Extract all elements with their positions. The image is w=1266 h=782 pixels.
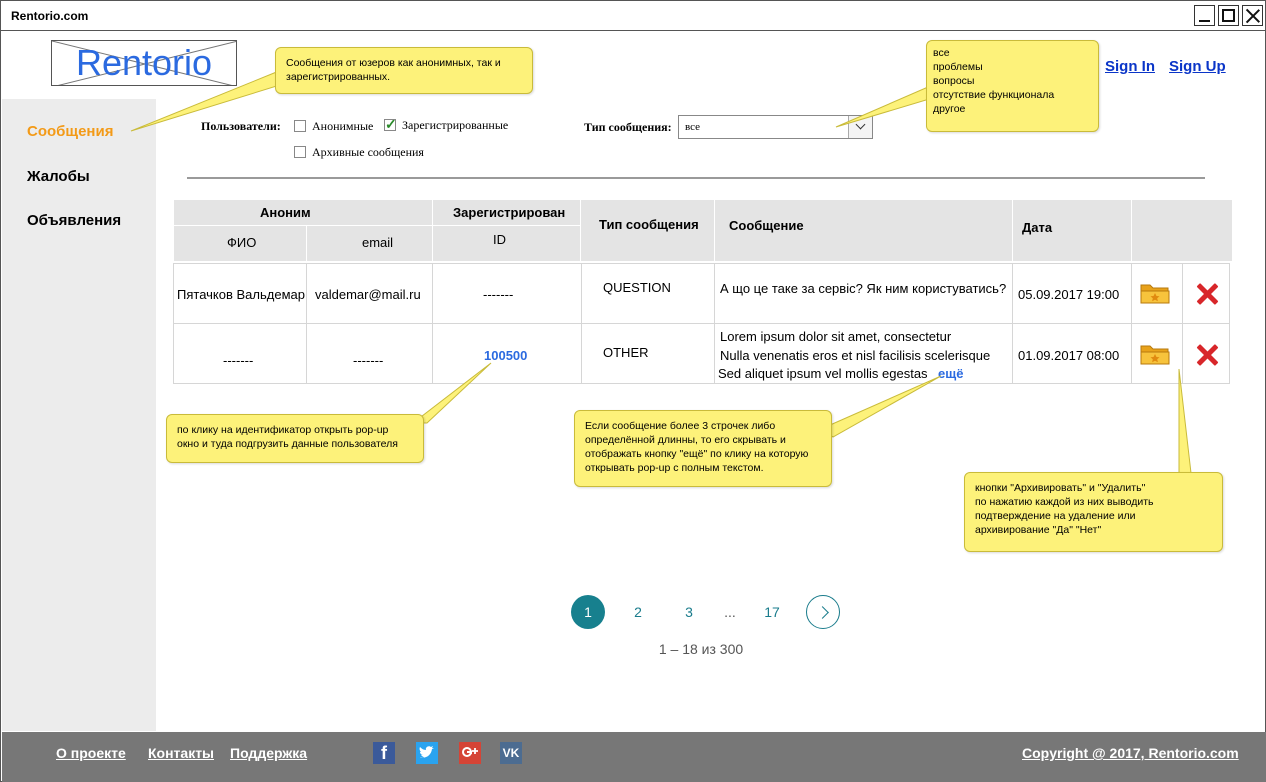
note-messages: Сообщения от юзеров как анонимных, так и… xyxy=(275,47,533,94)
title-bar: Rentorio.com xyxy=(1,1,1265,31)
anonymous-checkbox[interactable] xyxy=(294,120,306,132)
delete-icon[interactable] xyxy=(1196,344,1218,366)
cell-message: А що це таке за сервіс? Як ним користува… xyxy=(720,281,1007,296)
footer-link-support[interactable]: Поддержка xyxy=(230,745,307,761)
cell-date: 05.09.2017 19:00 xyxy=(1018,287,1120,302)
cell-fio: ------- xyxy=(223,353,254,368)
sidebar: Сообщения Жалобы Объявления xyxy=(2,99,156,731)
cell-fio: Пятачков Вальдемар xyxy=(177,287,305,302)
cell-message-line: Nulla venenatis eros et nisl facilisis s… xyxy=(720,348,991,363)
anonymous-checkbox-label: Анонимные xyxy=(312,119,374,133)
google-plus-icon[interactable] xyxy=(459,742,481,764)
cell-type: QUESTION xyxy=(603,280,671,295)
sign-in-link[interactable]: Sign In xyxy=(1105,58,1155,75)
chevron-down-icon[interactable] xyxy=(848,116,872,138)
pagination-info: 1 – 18 из 300 xyxy=(658,641,744,657)
divider xyxy=(187,177,1205,179)
archived-checkbox[interactable] xyxy=(294,146,306,158)
archived-checkbox-label: Архивные сообщения xyxy=(312,145,424,159)
header-id: ID xyxy=(493,232,506,247)
note-actions: кнопки "Архивировать" и "Удалить" по наж… xyxy=(964,472,1223,552)
maximize-button[interactable] xyxy=(1218,5,1239,26)
message-type-label: Тип сообщения: xyxy=(584,120,672,134)
header-message: Сообщение xyxy=(729,218,804,233)
header-fio: ФИО xyxy=(227,235,257,250)
table-header: Аноним ФИО email Зарегистрирован ID Тип … xyxy=(174,200,1232,261)
sidebar-item-listings[interactable]: Объявления xyxy=(27,212,121,229)
header-anonym: Аноним xyxy=(260,205,311,220)
users-filter-label: Пользователи: xyxy=(201,119,281,133)
header-registered: Зарегистрирован xyxy=(453,205,566,220)
header-type: Тип сообщения xyxy=(599,217,699,232)
browser-window: Rentorio.com Rentorio Sign In Sign Up Со… xyxy=(0,0,1266,782)
cell-email: ------- xyxy=(353,353,384,368)
archive-folder-icon[interactable] xyxy=(1140,281,1170,305)
cell-message-line: Sed aliquet ipsum vel mollis egestas xyxy=(718,366,928,381)
note-id-popup: по клику на идентификатор открыть pop-up… xyxy=(166,414,424,463)
archive-folder-icon[interactable] xyxy=(1140,342,1170,366)
close-window-button[interactable] xyxy=(1242,5,1263,26)
note-long-message: Если сообщение более 3 строчек либо опре… xyxy=(574,410,832,487)
minimize-button[interactable] xyxy=(1194,5,1215,26)
more-link[interactable]: ещё xyxy=(938,366,963,381)
table-row: Пятачков Вальдемар valdemar@mail.ru ----… xyxy=(173,263,1230,324)
page-17-button[interactable]: 17 xyxy=(755,595,789,629)
logo[interactable]: Rentorio xyxy=(51,40,237,86)
note-types: все проблемы вопросы отсутствие функцион… xyxy=(926,40,1099,132)
footer-copyright[interactable]: Copyright @ 2017, Rentorio.com xyxy=(1022,745,1239,761)
delete-icon[interactable] xyxy=(1196,283,1218,305)
registered-checkbox-label: Зарегистрированные xyxy=(402,118,509,132)
twitter-icon[interactable] xyxy=(416,742,438,764)
cell-email: valdemar@mail.ru xyxy=(315,287,421,302)
cell-date: 01.09.2017 08:00 xyxy=(1018,348,1120,363)
cell-type: OTHER xyxy=(603,345,649,360)
page-2-button[interactable]: 2 xyxy=(621,595,655,629)
footer-link-about[interactable]: О проекте xyxy=(56,745,126,761)
footer-link-contacts[interactable]: Контакты xyxy=(148,745,214,761)
logo-text: Rentorio xyxy=(75,42,213,83)
page-1-button[interactable]: 1 xyxy=(571,595,605,629)
vk-icon[interactable]: VK xyxy=(500,742,522,764)
cell-id: ------- xyxy=(483,287,514,302)
registered-checkbox[interactable] xyxy=(384,116,397,133)
page-3-button[interactable]: 3 xyxy=(672,595,706,629)
window-title: Rentorio.com xyxy=(11,9,89,23)
sidebar-item-complaints[interactable]: Жалобы xyxy=(27,168,90,185)
user-id-link[interactable]: 100500 xyxy=(484,348,527,363)
facebook-icon[interactable]: f xyxy=(373,742,395,764)
footer: О проекте Контакты Поддержка f VK Copyri… xyxy=(2,732,1266,782)
header-date: Дата xyxy=(1022,220,1053,235)
table-row: ------- ------- 100500 OTHER Lorem ipsum… xyxy=(173,323,1230,384)
sidebar-item-messages[interactable]: Сообщения xyxy=(27,123,113,140)
next-page-icon[interactable] xyxy=(806,595,840,629)
sign-up-link[interactable]: Sign Up xyxy=(1169,58,1226,75)
cell-message-line: Lorem ipsum dolor sit amet, consectetur xyxy=(720,329,952,344)
message-type-value: все xyxy=(685,121,701,133)
message-type-select[interactable]: все xyxy=(678,115,873,139)
page-ellipsis: ... xyxy=(724,604,736,620)
header-email: email xyxy=(362,235,394,250)
